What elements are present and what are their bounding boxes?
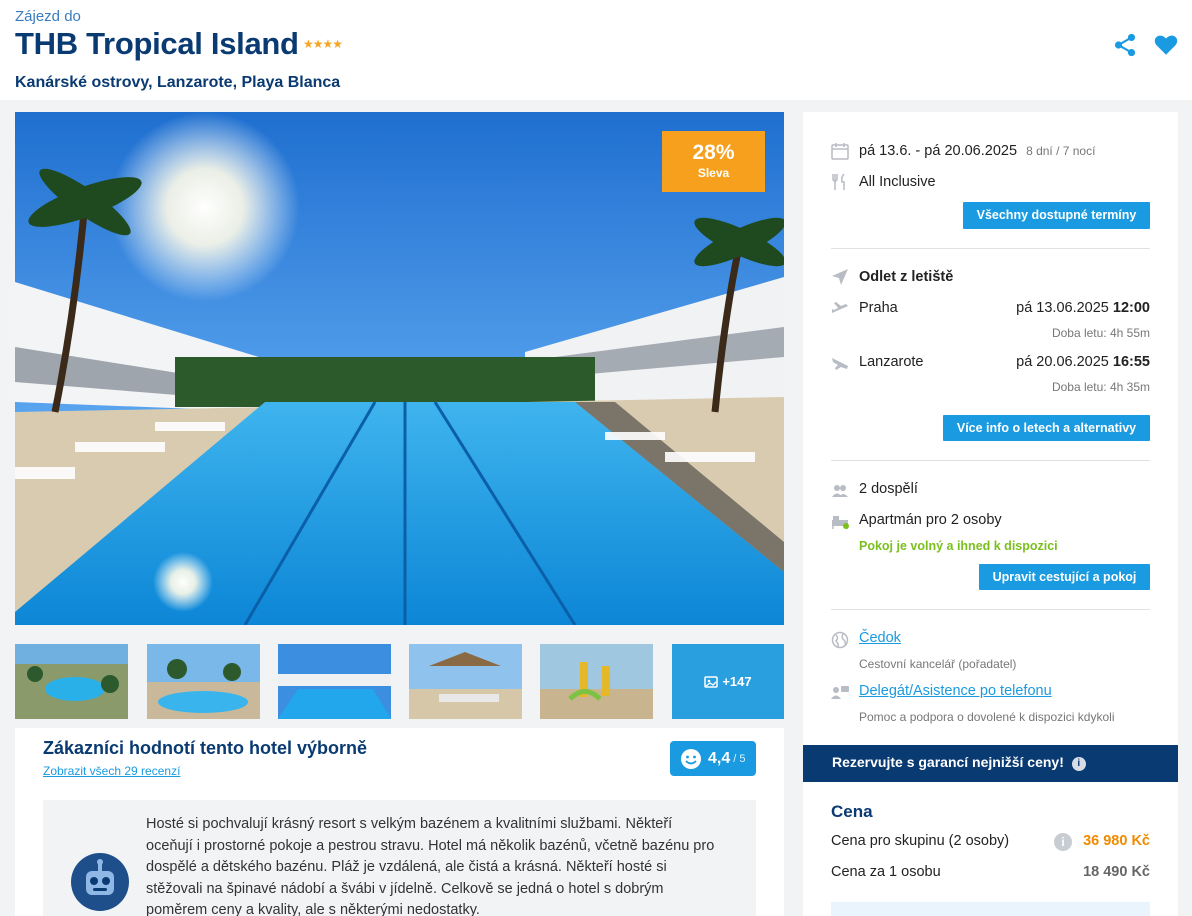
photo-icon	[704, 675, 719, 688]
travelers-count: 2 dospělí	[859, 481, 918, 497]
dates-text: pá 13.6. - pá 20.06.2025	[859, 143, 1018, 159]
lowest-price-guarantee-bar: Rezervujte s garancí nejnižší ceny! i	[803, 745, 1178, 782]
room-availability-status: Pokoj je volný a ihned k dispozici	[859, 539, 1058, 553]
trip-duration: 8 dní / 7 nocí	[1026, 144, 1096, 158]
globe-icon	[831, 631, 849, 649]
edit-travelers-room-button[interactable]: Upravit cestující a pokoj	[979, 564, 1150, 590]
divider	[831, 609, 1150, 610]
hotel-title: THB Tropical Island	[15, 26, 299, 61]
outbound-flight-duration: Doba letu: 4h 55m	[1051, 326, 1150, 340]
divider	[831, 460, 1150, 461]
return-datetime: pá 20.06.2025 16:55	[1016, 354, 1150, 370]
outbound-city: Praha	[859, 300, 898, 316]
more-photos-count: +147	[722, 674, 752, 689]
gallery-thumbnail[interactable]	[409, 644, 522, 719]
plane-landing-icon	[831, 354, 849, 372]
support-agent-icon	[831, 684, 849, 702]
eyebrow-text: Zájezd do	[15, 8, 81, 25]
divider	[831, 248, 1150, 249]
room-type: Apartmán pro 2 osoby	[859, 512, 1002, 528]
calendar-icon	[831, 142, 849, 160]
review-summary-text: Hosté si pochvalují krásný resort s velk…	[146, 816, 715, 916]
discount-label: Sleva	[697, 166, 730, 180]
return-city: Lanzarote	[859, 354, 924, 370]
smiley-icon	[681, 748, 701, 769]
outbound-date: pá 13.06.2025	[1016, 300, 1109, 316]
return-flight-duration: Doba letu: 4h 35m	[1051, 380, 1150, 394]
gallery-thumbnail[interactable]	[15, 644, 128, 719]
gallery-thumbnail[interactable]	[540, 644, 653, 719]
guarantee-text: Rezervujte s garancí nejnižší ceny!	[832, 754, 1064, 770]
favorite-heart-icon[interactable]	[1153, 32, 1179, 58]
review-score-badge: 4,4 / 5	[670, 741, 756, 776]
return-time: 16:55	[1112, 354, 1150, 370]
flight-info-button[interactable]: Více info o letech a alternativy	[943, 415, 1150, 441]
tour-operator-link[interactable]: Čedok	[859, 630, 901, 646]
cutlery-icon	[831, 173, 849, 191]
price-info-panel	[831, 902, 1150, 916]
review-summary-box: Hosté si pochvalují krásný resort s velk…	[43, 800, 756, 916]
person-price: 18 490 Kč	[1083, 864, 1150, 880]
price-title: Cena	[831, 802, 873, 821]
booking-sidebar: pá 13.6. - pá 20.06.2025 8 dní / 7 nocí …	[803, 112, 1178, 916]
travelers-text: 2 dospělí	[859, 481, 918, 497]
tour-operator-desc: Cestovní kancelář (pořadatel)	[859, 657, 1017, 671]
plane-takeoff-icon	[831, 300, 849, 318]
selected-dates: pá 13.6. - pá 20.06.2025 8 dní / 7 nocí	[859, 143, 1095, 159]
discount-badge: 28% Sleva	[662, 131, 765, 192]
star-rating: ★★★★	[303, 37, 343, 51]
price-info-icon[interactable]: i	[1054, 833, 1072, 851]
return-date: pá 20.06.2025	[1016, 354, 1109, 370]
review-score: 4,4	[708, 749, 731, 767]
more-photos-button[interactable]: +147	[672, 644, 784, 719]
gallery-thumbnail[interactable]	[278, 644, 391, 719]
gallery-thumbnail[interactable]	[147, 644, 260, 719]
discount-percent: 28%	[692, 141, 735, 164]
hotel-location: Kanárské ostrovy, Lanzarote, Playa Blanc…	[15, 74, 341, 91]
review-score-max: / 5	[733, 752, 746, 765]
reviews-section: Zákazníci hodnotí tento hotel výborně Zo…	[15, 728, 784, 916]
guarantee-info-icon[interactable]: i	[1071, 757, 1086, 771]
outbound-datetime: pá 13.06.2025 12:00	[1016, 300, 1150, 316]
page-header: Zájezd do THB Tropical Island ★★★★ Kanár…	[0, 0, 1192, 100]
support-phone-link[interactable]: Delegát/Asistence po telefonu	[859, 683, 1052, 699]
outbound-time: 12:00	[1112, 300, 1150, 316]
travelers-icon	[831, 482, 849, 500]
group-price: 36 980 Kč	[1083, 833, 1150, 849]
support-desc: Pomoc a podpora o dovolené k dispozici k…	[859, 710, 1115, 724]
plane-icon	[831, 268, 849, 286]
group-price-label: Cena pro skupinu (2 osoby)	[831, 833, 1010, 849]
departure-airport-title: Odlet z letiště	[859, 269, 954, 285]
reviews-title: Zákazníci hodnotí tento hotel výborně	[43, 738, 368, 758]
ai-robot-avatar-icon	[71, 853, 129, 911]
all-reviews-link[interactable]: Zobrazit všech 29 recenzí	[43, 764, 180, 778]
bed-icon	[831, 512, 849, 530]
person-price-label: Cena za 1 osobu	[831, 864, 941, 880]
board-type: All Inclusive	[859, 174, 936, 190]
all-dates-button[interactable]: Všechny dostupné termíny	[963, 202, 1150, 229]
share-icon[interactable]	[1112, 32, 1138, 58]
